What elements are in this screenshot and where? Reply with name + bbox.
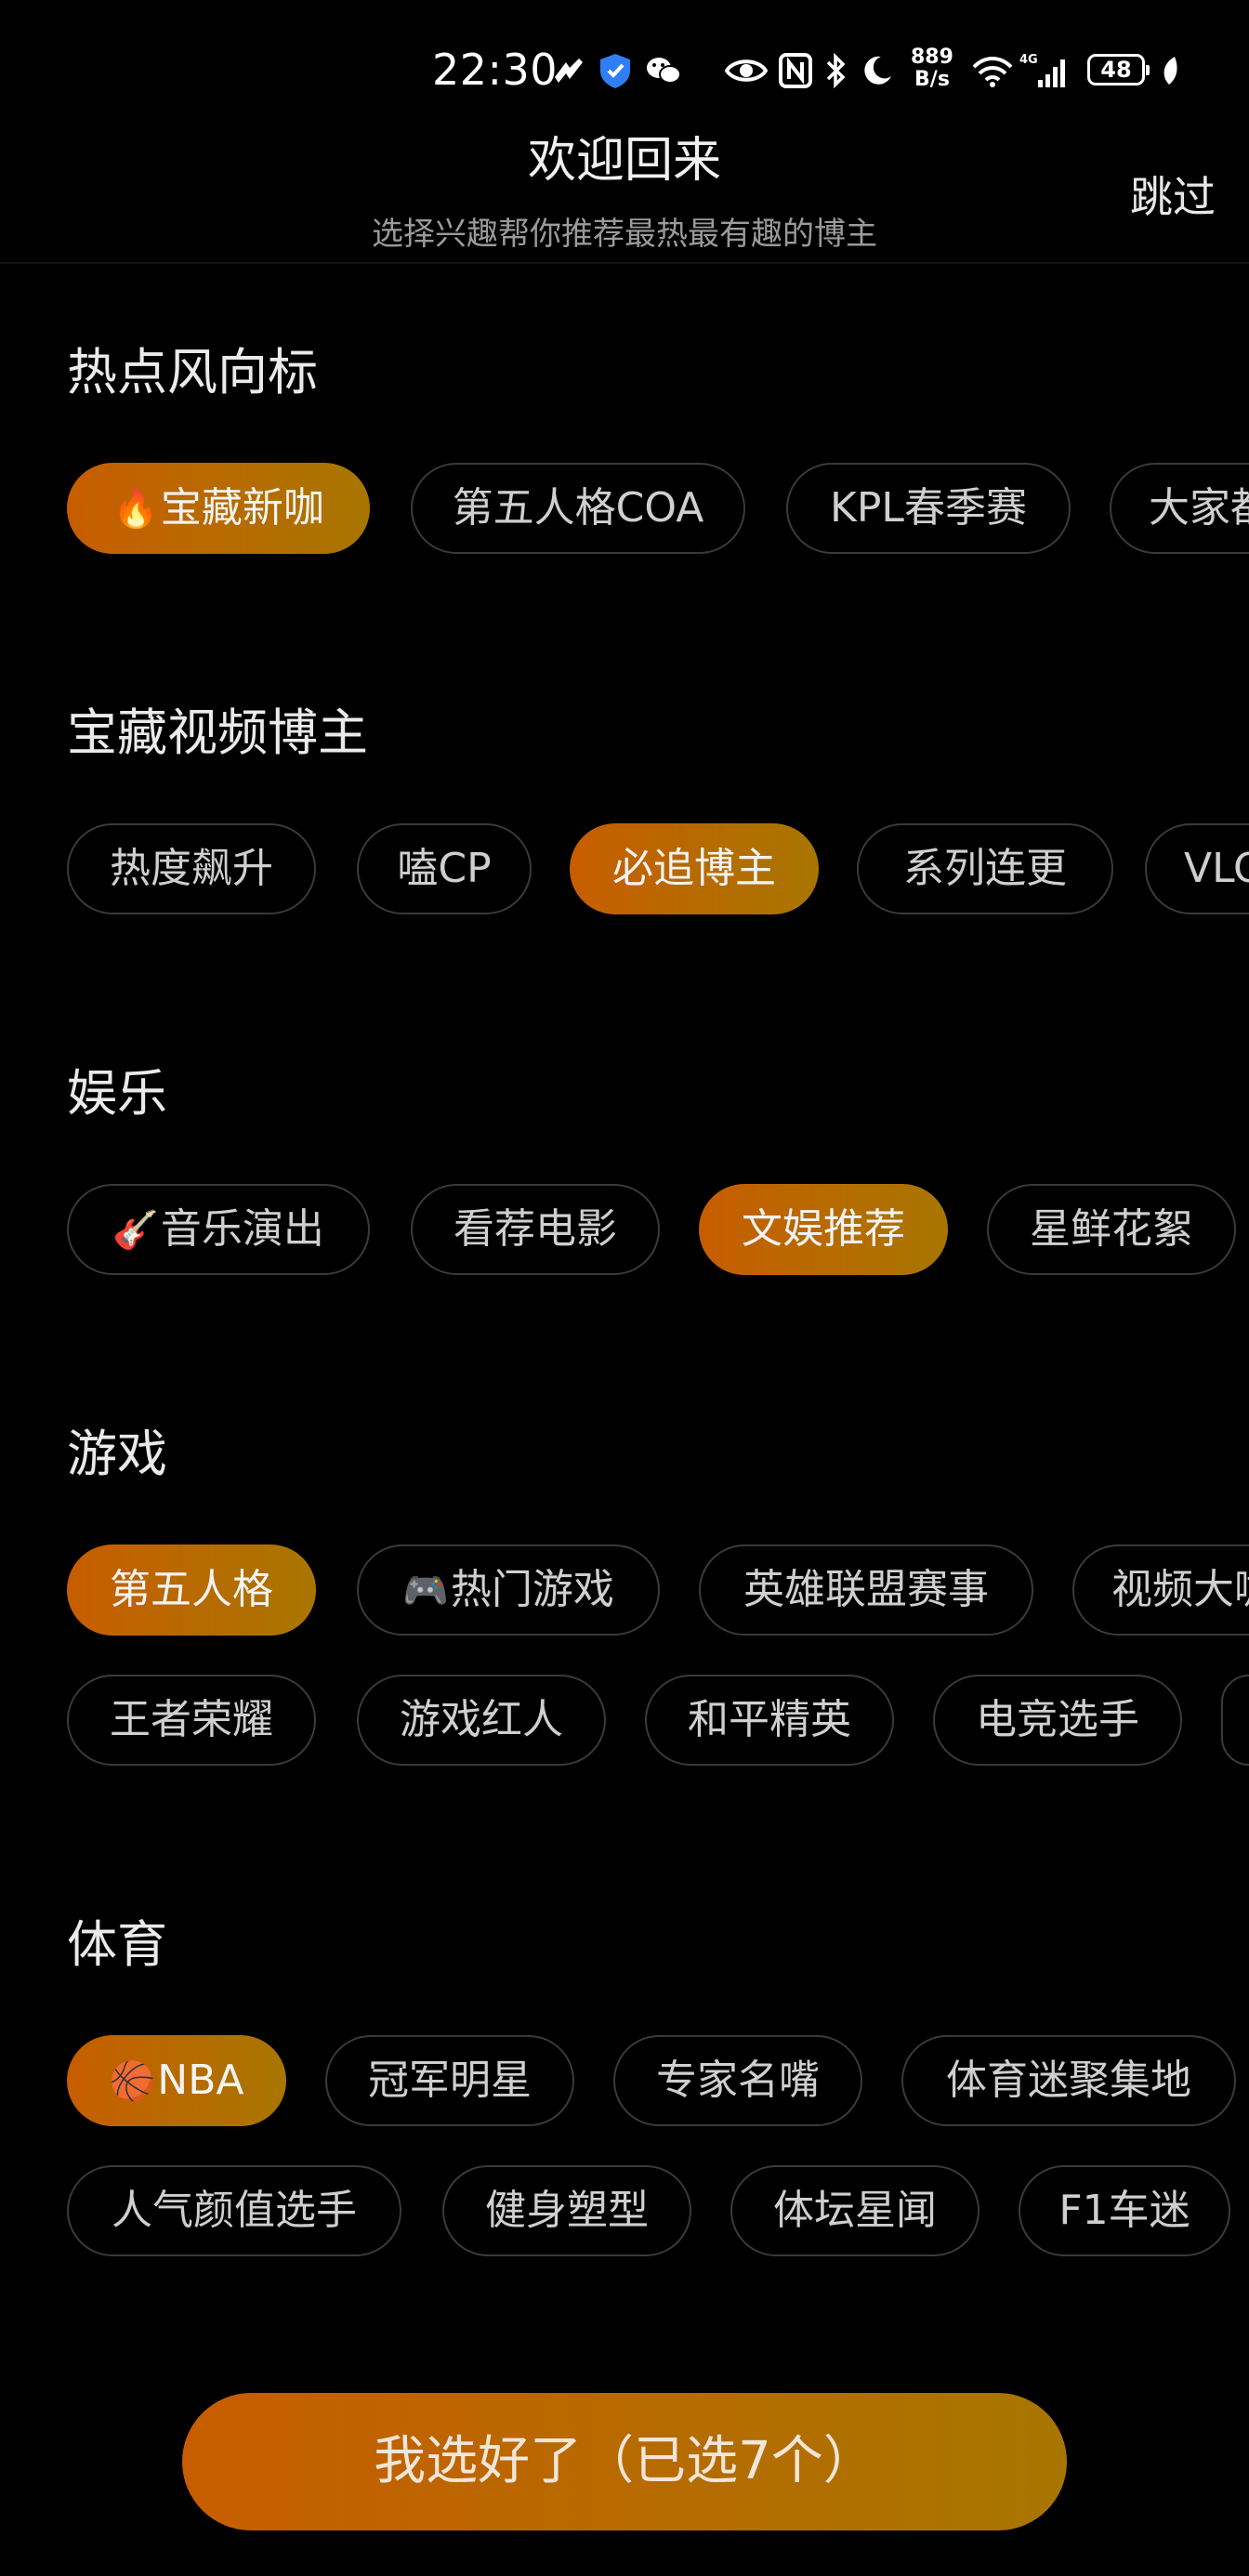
header-divider	[0, 262, 1249, 264]
chip-label: 音乐演出	[160, 1205, 324, 1253]
interest-chip[interactable]: 体育迷聚集地	[901, 2035, 1236, 2126]
interest-chip[interactable]: 大家都	[1110, 463, 1249, 554]
chip-label: 健身塑型	[485, 2187, 649, 2234]
interest-chip[interactable]: 星鲜花絮	[987, 1184, 1236, 1275]
interest-chip[interactable]: 视频大咖	[1072, 1544, 1249, 1636]
interest-chip[interactable]: 🎮热门游戏	[357, 1544, 660, 1636]
section-title: 游戏	[67, 1425, 167, 1483]
chip-label: 必追博主	[612, 845, 776, 892]
section-title: 体育	[67, 1915, 167, 1974]
skip-button[interactable]: 跳过	[1130, 164, 1216, 225]
interest-chip[interactable]: 电竞选手	[933, 1675, 1182, 1766]
interest-chip[interactable]: 体坛星闻	[730, 2165, 979, 2256]
interest-chip[interactable]: 看荐电影	[411, 1184, 660, 1275]
interest-chip[interactable]: 人气颜值选手	[67, 2165, 401, 2256]
interest-chip[interactable]: 🔥宝藏新咖	[67, 463, 370, 554]
chip-label: 系列连更	[903, 845, 1067, 892]
chip-label: 视频大咖	[1111, 1566, 1249, 1613]
chip-label: 体坛星闻	[773, 2187, 937, 2234]
interest-chip[interactable]: 和平精英	[645, 1675, 894, 1766]
chip-label: VLOG	[1184, 845, 1249, 892]
interest-chip[interactable]: 王者荣耀	[67, 1675, 316, 1766]
interest-chip[interactable]: VLOG	[1145, 823, 1249, 914]
gamepad-icon: 🎮	[402, 1570, 449, 1612]
interest-selection-screen: 22:30 889 B/s 4G 48 欢迎回来 选择兴趣帮你推荐最热最有趣的博…	[0, 0, 1249, 2576]
chip-label: KPL春季赛	[830, 484, 1027, 532]
guitar-icon: 🎸	[112, 1209, 159, 1252]
interest-chip[interactable]: 🎸音乐演出	[67, 1184, 370, 1275]
interest-chip[interactable]: 系列连更	[857, 823, 1113, 914]
page-subtitle: 选择兴趣帮你推荐最热最有趣的博主	[372, 216, 877, 253]
section-title: 热点风向标	[67, 343, 318, 401]
section-title: 宝藏视频博主	[67, 703, 368, 762]
fire-icon: 🔥	[112, 488, 159, 531]
chip-label: 大家都	[1149, 484, 1249, 532]
interest-chip[interactable]: F1车迷	[1019, 2165, 1230, 2256]
interest-chip[interactable]: 文娱推荐	[699, 1184, 948, 1275]
interest-chip[interactable]	[1221, 1675, 1249, 1766]
chip-label: F1车迷	[1058, 2187, 1190, 2234]
interest-chip[interactable]: KPL春季赛	[786, 463, 1071, 554]
chip-label: 看荐电影	[454, 1205, 617, 1253]
interest-chip[interactable]: 专家名嘴	[613, 2035, 862, 2126]
chip-label: NBA	[157, 2057, 244, 2104]
chip-label: 专家名嘴	[656, 2057, 820, 2104]
chip-label: 宝藏新咖	[160, 484, 324, 532]
chip-label: 第五人格	[110, 1566, 273, 1613]
interest-chip[interactable]: 第五人格COA	[411, 463, 745, 554]
chip-label: 和平精英	[688, 1696, 851, 1743]
page-title: 欢迎回来	[527, 133, 721, 189]
interest-chip[interactable]: 游戏红人	[357, 1675, 606, 1766]
chip-label: 英雄联盟赛事	[743, 1566, 989, 1613]
chip-label: 文娱推荐	[742, 1205, 905, 1253]
interest-chip[interactable]: 英雄联盟赛事	[699, 1544, 1033, 1636]
chip-label: 第五人格COA	[452, 484, 704, 532]
interest-chip[interactable]: 🏀NBA	[67, 2035, 286, 2126]
interest-chip[interactable]: 第五人格	[67, 1544, 316, 1636]
interest-chip[interactable]: 嗑CP	[357, 823, 532, 914]
chip-label: 游戏红人	[400, 1696, 563, 1743]
interest-chip[interactable]: 必追博主	[570, 823, 819, 914]
chip-label: 冠军明星	[368, 2057, 532, 2104]
basketball-icon: 🏀	[109, 2060, 156, 2103]
chip-label: 热度飙升	[110, 845, 273, 892]
chip-label: 嗑CP	[397, 845, 492, 892]
interest-chip[interactable]: 冠军明星	[325, 2035, 574, 2126]
confirm-selection-button[interactable]: 我选好了（已选7个）	[182, 2393, 1067, 2530]
chip-label: 人气颜值选手	[112, 2187, 357, 2234]
chip-label: 星鲜花絮	[1030, 1205, 1193, 1253]
page-header: 欢迎回来 选择兴趣帮你推荐最热最有趣的博主 跳过	[0, 0, 1249, 265]
chip-label: 体育迷聚集地	[946, 2057, 1191, 2104]
section-title: 娱乐	[67, 1064, 167, 1123]
chip-label: 王者荣耀	[110, 1696, 273, 1743]
interest-chip[interactable]: 热度飙升	[67, 823, 316, 914]
interest-chip[interactable]: 健身塑型	[442, 2165, 691, 2256]
chip-label: 电竞选手	[976, 1696, 1139, 1743]
chip-label: 热门游戏	[450, 1566, 614, 1613]
